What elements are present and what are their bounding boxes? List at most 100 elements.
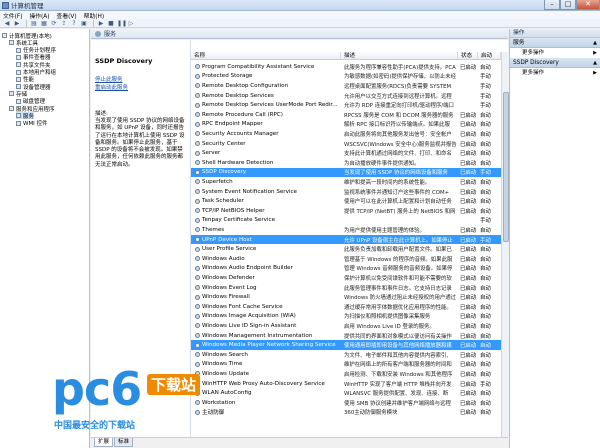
- service-name-cell: Superfetch: [191, 179, 341, 185]
- service-name: Security Accounts Manager: [202, 130, 279, 137]
- service-row[interactable]: Windows Firewall Windows 防火墙通过阻止未经授权的用户通过…: [191, 292, 501, 302]
- show-tree-icon[interactable]: ▤: [30, 20, 38, 27]
- service-row[interactable]: Workstation 使用 SMB 协议创建并维护客户端网络与远程 已启动 自动: [191, 398, 501, 408]
- service-name: Windows Media Player Network Sharing Ser…: [202, 342, 336, 349]
- service-row[interactable]: Superfetch 维护和提高一段时间内的系统性能。 已启动 自动: [191, 177, 501, 187]
- service-row[interactable]: Remote Desktop Services UserMode Port Re…: [191, 100, 501, 110]
- column-name[interactable]: 名称: [191, 52, 341, 59]
- service-description-cell: 提供 TCP/IP (NetBT) 服务上的 NetBIOS 和网: [344, 208, 456, 215]
- more-actions-item[interactable]: 更多操作 ▶: [510, 68, 600, 78]
- vertical-scrollbar[interactable]: [501, 52, 509, 437]
- service-description-cell: 允许为 RDP 连接重定向打印机/驱动程序/端口: [344, 103, 454, 110]
- more-actions-item[interactable]: 更多操作 ▶: [510, 48, 600, 58]
- service-row[interactable]: Remote Desktop Services 允许用户以交互方式连接到远程计算机…: [191, 91, 501, 101]
- refresh-icon[interactable]: ⟳: [50, 20, 58, 27]
- tree-item[interactable]: 本地用户和组: [16, 69, 56, 76]
- properties-icon[interactable]: ▣: [80, 20, 88, 27]
- service-row[interactable]: 主动防御 360主动防御服务模块 已启动 自动: [191, 408, 501, 418]
- service-row[interactable]: WinHTTP Web Proxy Auto-Discovery Service…: [191, 379, 501, 389]
- service-row[interactable]: UPnP Device Host 允许 UPnP 设备宿主在此计算机上。如果停止已…: [191, 234, 501, 245]
- start-service-icon[interactable]: ▶: [97, 20, 105, 27]
- actions-section-services[interactable]: 服务 ▲: [510, 38, 600, 48]
- service-row[interactable]: Windows Update 启用检测、下载和安装 Windows 和其他程序 已启…: [191, 369, 501, 379]
- service-row[interactable]: WLAN AutoConfig WLANSVC 服务提供配置、发现、连接、断 已启动…: [191, 388, 501, 398]
- service-row[interactable]: Windows Font Cache Service 通过缓存常用字体数据优化应用…: [191, 302, 501, 312]
- service-row[interactable]: Windows Event Log 此服务管理事件和事件日志。它支持日志记录 已启动…: [191, 283, 501, 293]
- service-row[interactable]: Shell Hardware Detection 为自动播放硬件事件提供通知。 已启…: [191, 158, 501, 168]
- service-startup-type: 自动: [480, 179, 491, 186]
- service-row[interactable]: Windows Audio Endpoint Builder 管理 Windows…: [191, 264, 501, 274]
- service-startup-type: 自动: [480, 275, 491, 282]
- service-row[interactable]: Windows Time 维护在网络上的所有客户端和服务器的时间和 已启动 自动: [191, 360, 501, 370]
- collapse-arrow-icon[interactable]: ▲: [593, 58, 597, 68]
- service-row[interactable]: Protected Storage 为敏感数据(如密码)提供保护存储，以防止未经 手…: [191, 72, 501, 82]
- service-startup-type: 自动: [480, 314, 491, 321]
- watermark-tagline: 中国最安全的下载站: [54, 421, 136, 431]
- service-status: 已启动: [460, 247, 477, 254]
- service-description-cell: WinHTTP 实现了客户端 HTTP 堆栈并向开发: [344, 381, 452, 388]
- stop-service-icon[interactable]: ■: [107, 20, 115, 27]
- service-name: Windows Event Log: [202, 284, 257, 291]
- title-bar: 计算机管理 – □ ✕: [0, 0, 600, 11]
- column-description[interactable]: 描述: [341, 52, 458, 59]
- maximize-button[interactable]: □: [560, 0, 576, 10]
- service-row[interactable]: Security Center WSCSVC(Windows 安全中心)服务监视并…: [191, 139, 501, 149]
- stop-service-link[interactable]: 停止此服务: [95, 75, 186, 83]
- service-row[interactable]: Windows Image Acquisition (WIA) 为扫描仪和照相机提…: [191, 312, 501, 322]
- service-gear-icon: [195, 160, 200, 166]
- service-row[interactable]: SSDP Discovery 当发现了使用 SSDP 协议的网络设备和服务 已启动手…: [191, 167, 501, 178]
- forward-arrow-icon[interactable]: ▶: [13, 20, 21, 27]
- service-row[interactable]: Security Accounts Manager 启动此服务将向其他服务发出信号…: [191, 129, 501, 139]
- service-status: 已启动: [460, 266, 477, 273]
- submenu-arrow-icon: ▶: [593, 70, 597, 76]
- service-gear-icon: [195, 227, 200, 233]
- service-name: Windows Live ID Sign-in Assistant: [202, 322, 297, 329]
- restart-service-link[interactable]: 重启动此服务: [95, 83, 186, 91]
- service-status: 已启动: [460, 362, 477, 369]
- service-row[interactable]: RPC Endpoint Mapper 解析 RPC 接口标识符以传输端点。如果此…: [191, 120, 501, 130]
- pause-service-icon[interactable]: ❚❚: [117, 20, 127, 27]
- service-row[interactable]: Task Scheduler 使用户可以在此计算机上配置和计划自动任务 已启动 自动: [191, 196, 501, 206]
- service-row[interactable]: Tenpay Certificate Service 手动: [191, 216, 501, 226]
- service-description-cell: 为自动播放硬件事件提供通知。: [344, 160, 420, 167]
- column-startup-type[interactable]: 启动: [478, 52, 501, 59]
- service-row[interactable]: Themes 为用户提供使用主题管理的体验。 已启动 自动: [191, 225, 501, 235]
- service-row[interactable]: Windows Live ID Sign-in Assistant 启用 Wind…: [191, 321, 501, 331]
- service-row[interactable]: System Event Notification Service 监视系统事件并…: [191, 187, 501, 197]
- disk-icon: [16, 98, 21, 104]
- collapse-arrow-icon[interactable]: ▲: [593, 38, 597, 48]
- service-row[interactable]: TCP/IP NetBIOS Helper 提供 TCP/IP (NetBT) 服…: [191, 206, 501, 216]
- service-row[interactable]: Windows Media Player Network Sharing Ser…: [191, 340, 501, 350]
- export-list-icon[interactable]: ⇪: [60, 20, 68, 27]
- service-name: Windows Audio: [202, 255, 245, 262]
- minimize-button[interactable]: –: [544, 0, 560, 10]
- service-name: Shell Hardware Detection: [202, 159, 274, 166]
- service-gear-icon: [195, 275, 200, 281]
- service-gear-icon: [195, 217, 200, 223]
- column-status[interactable]: 状态: [458, 52, 478, 59]
- log-icon: [16, 54, 21, 60]
- service-description-cell: 解析 RPC 接口标识符以传输端点。如果此服: [344, 122, 450, 129]
- actions-section-selected[interactable]: SSDP Discovery ▲: [510, 58, 600, 68]
- tree-item[interactable]: WMI 控件: [16, 120, 48, 127]
- service-row[interactable]: Windows Management Instrumentation 提供共同的界…: [191, 331, 501, 341]
- service-row[interactable]: User Profile Service 此服务负责加载和卸载用户配置文件。如果已…: [191, 244, 501, 254]
- service-row[interactable]: Remote Desktop Configuration 远程桌面配置服务(RDC…: [191, 81, 501, 91]
- back-arrow-icon[interactable]: ◀: [3, 20, 11, 27]
- close-button[interactable]: ✕: [576, 0, 600, 10]
- service-row[interactable]: Program Compatibility Assistant Service 此…: [191, 62, 501, 72]
- service-name-cell: Windows Audio: [191, 256, 341, 262]
- service-name: Remote Desktop Services: [202, 92, 274, 99]
- service-description-cell: 启用检测、下载和安装 Windows 和其他程序: [344, 371, 453, 378]
- service-row[interactable]: Remote Procedure Call (RPC) RPCSS 服务是 COM…: [191, 110, 501, 120]
- service-row[interactable]: Server 支持此计算机通过网络的文件、打印、和命名 已启动 自动: [191, 148, 501, 158]
- service-description-cell: 360主动防御服务模块: [344, 410, 398, 417]
- help-icon[interactable]: ?: [70, 20, 78, 27]
- service-row[interactable]: Windows Defender 保护计算机以免受间谍软件和可能不需要的软 已启动自…: [191, 273, 501, 283]
- restart-service-icon[interactable]: ▷: [127, 20, 135, 27]
- service-row[interactable]: Windows Search 为文件、电子邮件和其他内容提供内容索引、 已启动 自动: [191, 350, 501, 360]
- service-row[interactable]: Windows Audio 管理基于 Windows 的程序的音频。如果此服 已启动…: [191, 254, 501, 264]
- list-view-icon[interactable]: ▦: [40, 20, 48, 27]
- service-gear-icon: [195, 150, 200, 156]
- service-gear-icon: [195, 179, 200, 185]
